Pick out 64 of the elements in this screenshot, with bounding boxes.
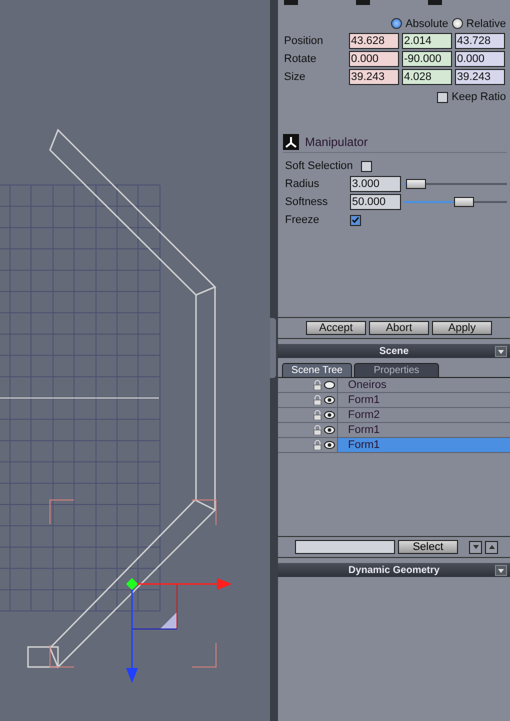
eye-icon[interactable]	[324, 381, 335, 389]
eye-icon[interactable]	[324, 411, 335, 419]
tree-item[interactable]: Form2	[338, 408, 510, 422]
field-label: Rotate	[284, 53, 318, 65]
action-button[interactable]: Abort	[369, 321, 429, 335]
tree-item[interactable]: Form1	[338, 438, 510, 452]
caret-icon	[498, 350, 504, 354]
slider-thumb[interactable]	[454, 197, 474, 207]
caret-down-icon	[472, 545, 478, 549]
checkbox[interactable]	[360, 160, 372, 172]
lock-icon[interactable]	[313, 395, 322, 405]
number-field[interactable]: 3.000	[350, 176, 401, 192]
number-field[interactable]: 4.028	[402, 69, 452, 85]
section-title: Manipulator	[305, 135, 368, 149]
eye-icon[interactable]	[324, 396, 335, 404]
tab[interactable]: Properties	[354, 363, 439, 377]
caret-icon	[498, 568, 504, 572]
number-field[interactable]: 39.243	[349, 69, 399, 85]
field-label: Size	[284, 71, 306, 83]
select-button[interactable]: Select	[398, 540, 458, 554]
checkbox[interactable]	[436, 92, 448, 102]
eye-icon[interactable]	[324, 426, 335, 434]
lock-icon[interactable]	[313, 425, 322, 435]
search-field[interactable]	[295, 540, 395, 554]
field-label: Softness	[285, 196, 329, 208]
move-down-button[interactable]	[469, 540, 482, 554]
number-field[interactable]: 0.000	[349, 51, 399, 67]
field-label: Radius	[285, 178, 320, 190]
collapse-button[interactable]	[495, 346, 507, 357]
manipulator-icon	[283, 134, 299, 150]
caret-up-icon	[488, 545, 494, 549]
checkbox[interactable]	[350, 214, 361, 226]
tree-item[interactable]: Oneiros	[338, 378, 510, 392]
radio-label: Relative	[466, 18, 506, 30]
splitter-handle[interactable]	[270, 318, 276, 378]
radio-label: Absolute	[405, 18, 448, 30]
radio-button[interactable]	[391, 18, 402, 29]
tree-item[interactable]: Form1	[338, 393, 510, 407]
panel-title: Dynamic Geometry	[348, 564, 440, 576]
checkbox-label: Freeze	[285, 214, 320, 226]
radio-button[interactable]	[452, 18, 464, 29]
number-field[interactable]: 43.728	[455, 33, 505, 49]
number-field[interactable]: -90.000	[402, 51, 452, 67]
slider-thumb[interactable]	[406, 179, 426, 189]
number-field[interactable]: 2.014	[402, 33, 452, 49]
checkbox-label: Soft Selection	[285, 160, 353, 172]
lock-icon[interactable]	[313, 410, 322, 420]
check-icon	[352, 217, 359, 223]
action-button[interactable]: Accept	[306, 321, 366, 335]
checkbox-label: Keep Ratio	[452, 91, 506, 103]
lock-icon[interactable]	[313, 440, 322, 450]
number-field[interactable]: 50.000	[350, 194, 401, 210]
lock-icon[interactable]	[313, 380, 322, 390]
number-field[interactable]: 0.000	[455, 51, 505, 67]
number-field[interactable]: 43.628	[349, 33, 399, 49]
panel-title: Scene	[379, 346, 409, 356]
tab[interactable]: Scene Tree	[282, 363, 352, 377]
move-up-button[interactable]	[485, 540, 498, 554]
tree-item[interactable]: Form1	[338, 423, 510, 437]
collapse-button[interactable]	[495, 565, 507, 576]
field-label: Position	[284, 35, 324, 47]
action-button[interactable]: Apply	[432, 321, 492, 335]
number-field[interactable]: 39.243	[455, 69, 505, 85]
eye-icon[interactable]	[324, 441, 335, 449]
